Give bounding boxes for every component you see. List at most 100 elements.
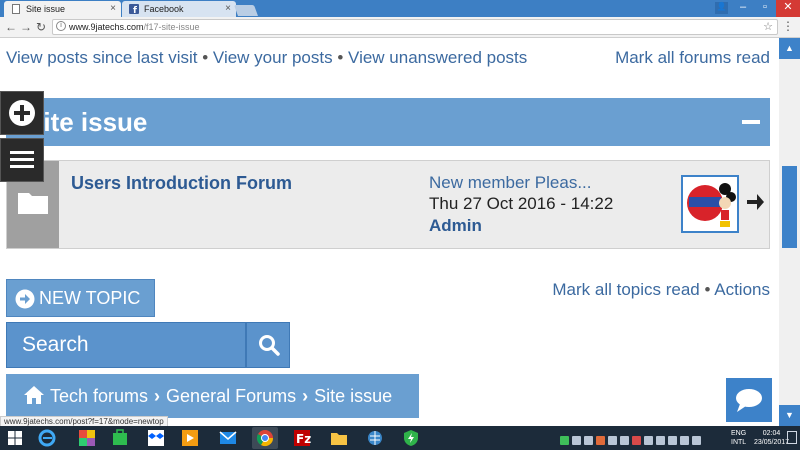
search-button[interactable] (245, 323, 289, 367)
tab-title: Site issue (26, 4, 66, 14)
separator: • (337, 48, 344, 67)
side-menu-button[interactable] (0, 138, 44, 182)
filezilla-icon[interactable]: Fz (293, 429, 311, 447)
photos-app-icon[interactable] (78, 429, 96, 447)
forum-title: Site issue (26, 107, 148, 137)
page-viewport: View posts since last visit • View your … (0, 38, 779, 426)
tray-icon[interactable] (668, 436, 677, 445)
scroll-up-icon[interactable]: ▲ (779, 38, 800, 59)
tab-close-icon[interactable]: × (110, 3, 116, 14)
network-globe-icon[interactable] (366, 429, 384, 447)
search-input[interactable] (7, 323, 243, 367)
notification-center-icon[interactable] (787, 431, 797, 444)
tray-icon[interactable] (644, 436, 653, 445)
window-controls: – ▫ ✕ (732, 0, 800, 17)
tab-facebook[interactable]: f Facebook × (122, 1, 236, 17)
arrow-circle-right-icon (15, 289, 35, 309)
facebook-icon: f (129, 4, 139, 14)
link-mark-all-topics-read[interactable]: Mark all topics read (552, 280, 699, 299)
media-player-icon[interactable] (181, 429, 199, 447)
tab-site-issue[interactable]: Site issue × (4, 1, 121, 17)
breadcrumb-item-general-forums[interactable]: General Forums (166, 386, 296, 406)
collapse-icon[interactable] (742, 120, 760, 124)
tray-icon[interactable] (620, 436, 629, 445)
address-bar[interactable]: i www.9jatechs.com/f17-site-issue ☆ (52, 19, 778, 35)
last-post-author[interactable]: Admin (429, 216, 482, 236)
home-icon[interactable] (23, 385, 45, 405)
language-code: ENG (731, 430, 747, 437)
file-explorer-icon[interactable] (330, 429, 348, 447)
dropbox-icon[interactable] (147, 429, 165, 447)
tab-title: Facebook (144, 4, 184, 14)
window-close-icon[interactable]: ✕ (776, 0, 800, 17)
chat-button[interactable] (726, 378, 772, 422)
avatar[interactable] (681, 175, 739, 233)
browser-tab-strip: Site issue × f Facebook × 👤 – ▫ ✕ (0, 0, 800, 17)
tray-icon[interactable] (632, 436, 641, 445)
topic-links: Mark all topics read • Actions (552, 280, 770, 300)
scroll-down-icon[interactable]: ▼ (779, 405, 800, 426)
browser-menu-icon[interactable]: ⋮ (782, 19, 794, 33)
separator: • (202, 48, 209, 67)
new-topic-button[interactable]: NEW TOPIC (6, 279, 155, 317)
taskbar: Fz ENG INTL 02:04 23/05/2017 (0, 426, 800, 450)
url-host: www.9jatechs.com (69, 22, 144, 32)
tray-icon[interactable] (560, 436, 569, 445)
tray-icon[interactable] (680, 436, 689, 445)
reload-icon[interactable]: ↻ (36, 20, 46, 34)
subforum-row: Users Introduction Forum New member Plea… (6, 160, 770, 249)
maximize-icon[interactable]: ▫ (754, 0, 776, 17)
store-icon[interactable] (111, 429, 129, 447)
clock-date: 23/05/2017 (754, 439, 790, 446)
tab-close-icon[interactable]: × (225, 3, 231, 14)
user-profile-icon[interactable]: 👤 (715, 2, 728, 14)
input-language[interactable]: ENG INTL (731, 429, 746, 447)
browser-toolbar: ← → ↻ i www.9jatechs.com/f17-site-issue … (0, 17, 800, 38)
tray-icon[interactable] (584, 436, 593, 445)
link-mark-all-forums-read[interactable]: Mark all forums read (615, 48, 770, 68)
security-shield-icon[interactable] (402, 429, 420, 447)
tray-icon[interactable] (596, 436, 605, 445)
search-icon (259, 335, 280, 356)
bookmark-star-icon[interactable]: ☆ (763, 20, 773, 34)
last-post-title[interactable]: New member Pleas... (429, 173, 592, 193)
last-post-date: Thu 27 Oct 2016 - 14:22 (429, 194, 614, 213)
breadcrumb-item-tech-forums[interactable]: Tech forums (50, 386, 148, 406)
back-icon[interactable]: ← (5, 20, 17, 34)
page-scrollbar[interactable]: ▲ ▼ (779, 38, 800, 426)
link-view-posts-since-last-visit[interactable]: View posts since last visit (6, 48, 197, 67)
system-tray (560, 432, 720, 445)
internet-explorer-icon[interactable] (38, 429, 56, 447)
mail-icon[interactable] (219, 429, 237, 447)
top-links: View posts since last visit • View your … (6, 48, 770, 68)
actions-link[interactable]: Actions (714, 280, 770, 299)
hamburger-menu-icon (10, 151, 34, 168)
folder-icon (18, 193, 48, 214)
new-tab-button[interactable] (233, 5, 259, 16)
keyboard-layout: INTL (731, 439, 747, 446)
search-bar (6, 322, 290, 368)
side-add-button[interactable] (0, 91, 44, 135)
new-topic-label: NEW TOPIC (39, 288, 141, 308)
subforum-name[interactable]: Users Introduction Forum (71, 173, 292, 194)
chrome-icon[interactable] (256, 429, 274, 447)
info-icon[interactable]: i (56, 21, 66, 31)
plus-circle-icon (9, 100, 35, 126)
minimize-icon[interactable]: – (732, 0, 754, 17)
scroll-thumb[interactable] (782, 166, 797, 248)
clock[interactable]: 02:04 23/05/2017 (754, 429, 789, 447)
goto-last-post-icon[interactable] (745, 191, 765, 213)
tray-icon[interactable] (656, 436, 665, 445)
tray-icon[interactable] (572, 436, 581, 445)
link-view-your-posts[interactable]: View your posts (213, 48, 333, 67)
windows-start-icon[interactable] (6, 429, 24, 447)
clock-time: 02:04 (762, 430, 781, 437)
tray-icon[interactable] (608, 436, 617, 445)
forward-icon[interactable]: → (20, 20, 32, 34)
tray-icon[interactable] (692, 436, 701, 445)
breadcrumb-item-site-issue[interactable]: Site issue (314, 386, 392, 406)
svg-text:f: f (133, 6, 137, 14)
chat-bubble-icon (736, 389, 762, 412)
svg-text:Fz: Fz (296, 432, 311, 446)
link-view-unanswered-posts[interactable]: View unanswered posts (348, 48, 527, 67)
